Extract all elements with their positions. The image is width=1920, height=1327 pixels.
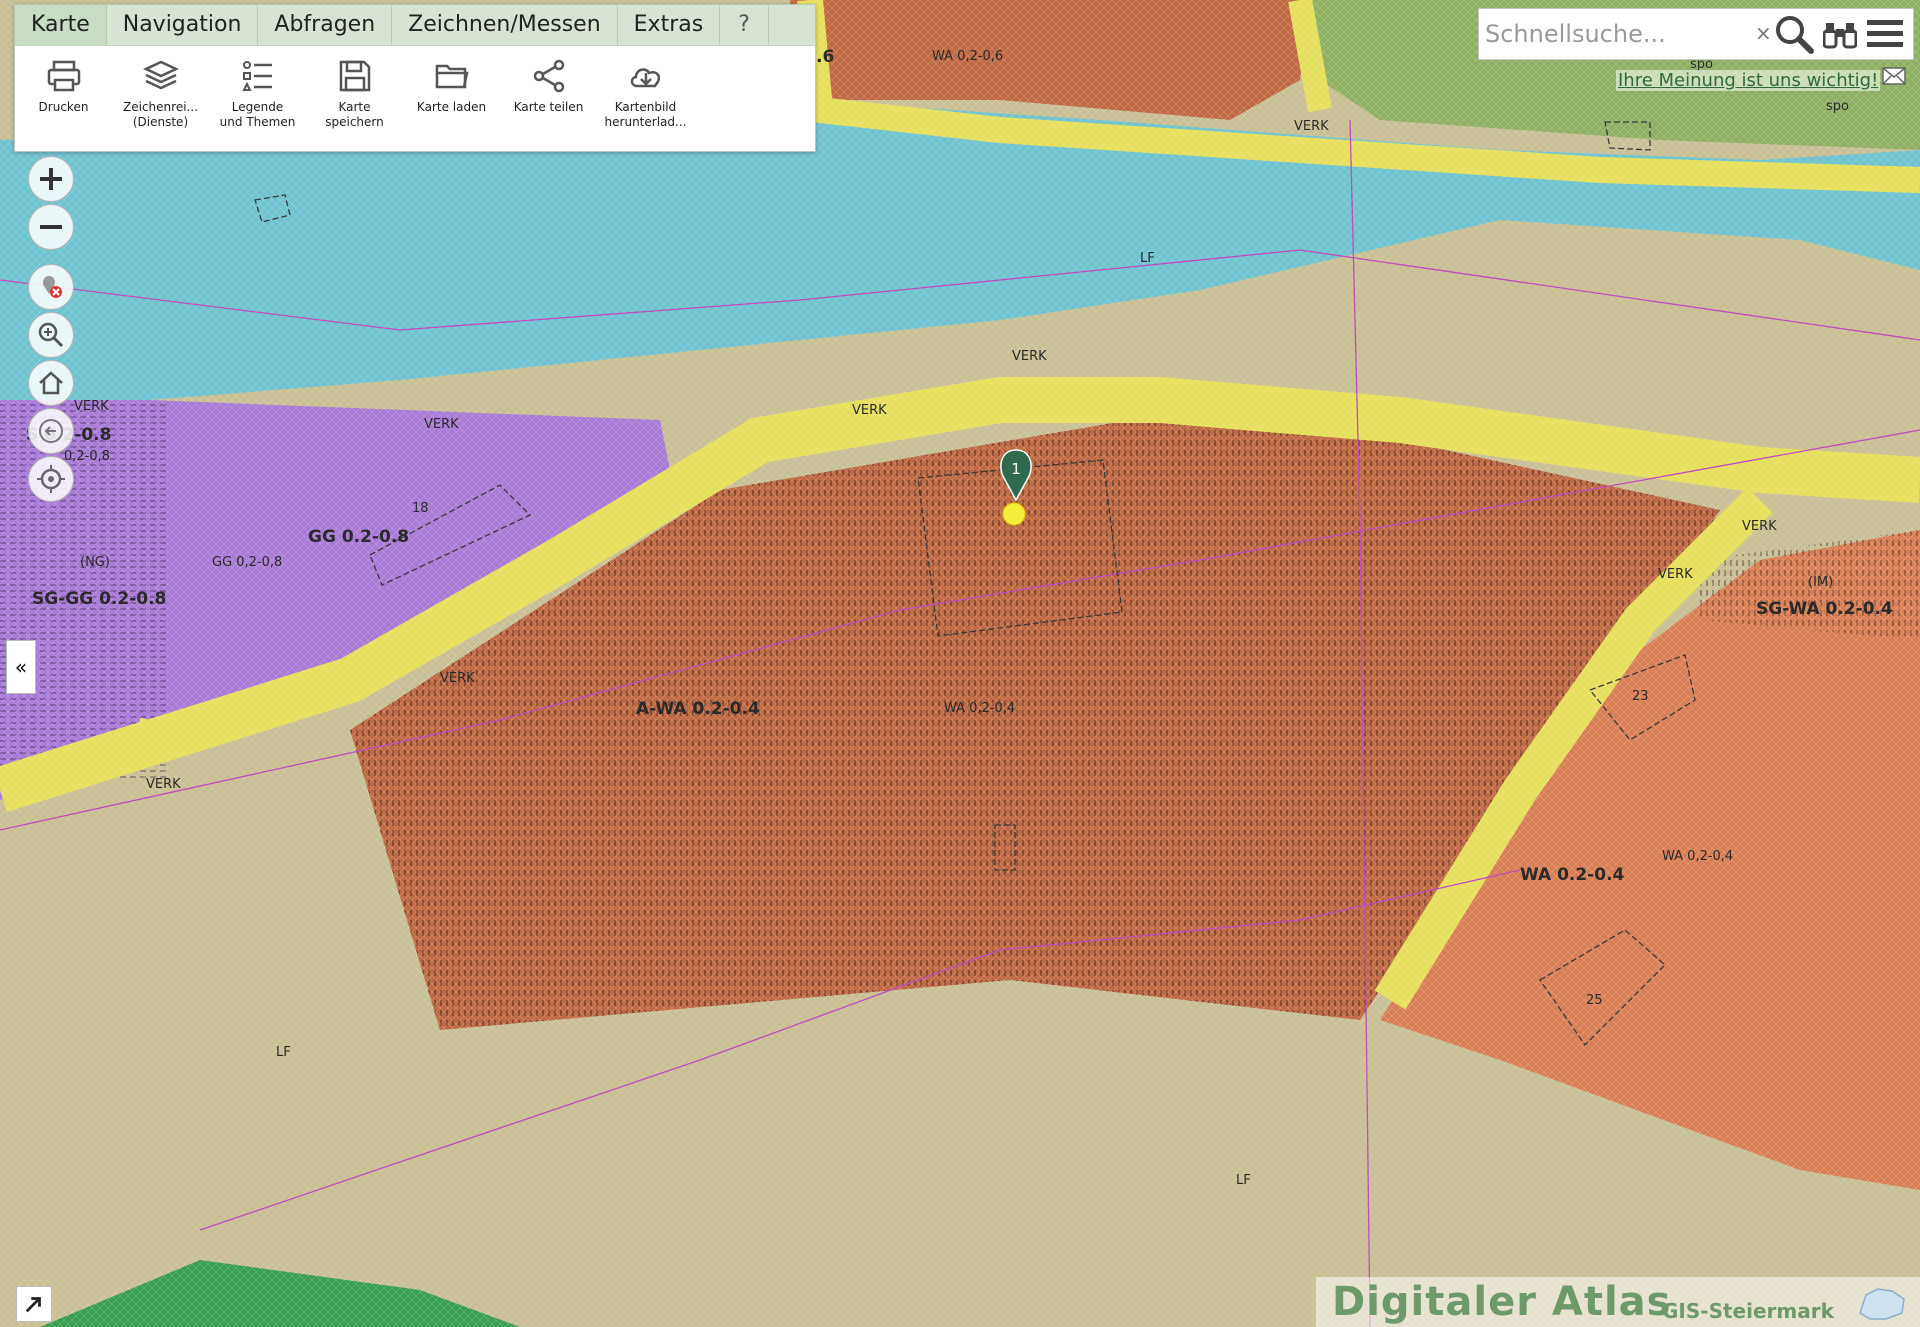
label-wa-top-small: WA 0,2-0,6 bbox=[932, 49, 1003, 64]
label-wa-right: WA 0.2-0.4 bbox=[1520, 865, 1625, 885]
tab-zeichnen-messen[interactable]: Zeichnen/Messen bbox=[392, 5, 618, 45]
label-verk-7: VERK bbox=[146, 777, 181, 792]
label-sg-gg: SG-GG 0.2-0.8 bbox=[32, 589, 166, 609]
label-verk-2: VERK bbox=[1012, 349, 1047, 364]
share-icon bbox=[533, 59, 564, 93]
layers-icon bbox=[142, 60, 179, 90]
label-sg-gg-top-small: 0,2-0,8 bbox=[64, 449, 110, 464]
tool-label: Karte teilen bbox=[513, 100, 584, 114]
label-verk-1: VERK bbox=[1294, 119, 1329, 134]
home-button[interactable] bbox=[28, 360, 74, 406]
back-arrow-icon bbox=[39, 419, 63, 443]
plus-icon bbox=[40, 168, 62, 190]
tool-drucken-button[interactable]: Drucken bbox=[15, 56, 112, 130]
binoculars-icon[interactable] bbox=[1823, 19, 1857, 49]
label-23: 23 bbox=[1632, 689, 1649, 704]
marker-dot bbox=[1002, 502, 1026, 526]
clear-search-button[interactable]: × bbox=[1755, 21, 1772, 45]
label-lf-2: LF bbox=[276, 1045, 291, 1060]
map-toolbar: Karte Navigation Abfragen Zeichnen/Messen Ex… bbox=[14, 4, 816, 152]
legend-list-icon bbox=[241, 61, 272, 91]
styria-map-logo-icon bbox=[1859, 1288, 1905, 1320]
home-icon bbox=[39, 371, 63, 395]
label-gg-main: GG 0.2-0.8 bbox=[308, 527, 409, 547]
magnifier-plus-icon bbox=[38, 322, 64, 348]
label-verk-9: VERK bbox=[1658, 567, 1693, 582]
label-wa-right-small: WA 0,2-0,4 bbox=[1662, 849, 1733, 864]
label-spo-2: spo bbox=[1826, 99, 1849, 114]
tool-karte-laden-button[interactable]: Karte laden bbox=[403, 56, 500, 130]
previous-view-button[interactable] bbox=[28, 408, 74, 454]
marker-remove-icon bbox=[43, 276, 62, 298]
hamburger-menu-icon[interactable] bbox=[1865, 17, 1905, 51]
tool-karte-button[interactable]: Karte speichern bbox=[306, 56, 403, 130]
label-ng: (NG) bbox=[80, 555, 110, 570]
label-verk-4: VERK bbox=[424, 417, 459, 432]
label-im: (IM) bbox=[1808, 575, 1833, 590]
tool-label: Karte laden bbox=[416, 100, 487, 114]
collapse-panel-button[interactable]: « bbox=[6, 640, 36, 694]
brand-subtitle: GIS-Steiermark bbox=[1662, 1299, 1834, 1323]
crosshair-icon bbox=[37, 465, 65, 493]
tool-zeichenrei-button[interactable]: Zeichenrei... (Dienste) bbox=[112, 56, 209, 130]
label-gg-small: GG 0,2-0,8 bbox=[212, 555, 282, 570]
remove-marker-button[interactable] bbox=[28, 264, 74, 310]
tool-label: Zeichenrei... (Dienste) bbox=[123, 100, 198, 129]
tool-label: Legende und Themen bbox=[219, 100, 296, 129]
expand-arrow-icon bbox=[25, 1297, 41, 1313]
branding-banner: Digitaler Atlas GIS-Steiermark bbox=[1316, 1277, 1920, 1327]
minus-icon bbox=[40, 225, 62, 229]
mail-close-icon[interactable] bbox=[1882, 66, 1906, 86]
label-wa-center-small: WA 0,2-0,4 bbox=[944, 701, 1015, 716]
tab-karte[interactable]: Karte bbox=[15, 5, 107, 45]
locate-button[interactable] bbox=[28, 456, 74, 502]
label-a-wa: A-WA 0.2-0.4 bbox=[636, 699, 760, 719]
zoom-out-button[interactable] bbox=[28, 204, 74, 250]
cloud-download-icon bbox=[630, 68, 660, 88]
marker-number: 1 bbox=[1011, 460, 1021, 478]
feedback-link[interactable]: Ihre Meinung ist uns wichtig! bbox=[1616, 70, 1881, 91]
label-18: 18 bbox=[412, 501, 429, 516]
label-verk-6: VERK bbox=[440, 671, 475, 686]
label-verk-8: VERK bbox=[1742, 519, 1777, 534]
zoom-box-button[interactable] bbox=[28, 312, 74, 358]
menu-tabs: Karte Navigation Abfragen Zeichnen/Messen Ex… bbox=[15, 5, 815, 46]
tool-legende-button[interactable]: Legende und Themen bbox=[209, 56, 306, 130]
search-bar: × bbox=[1478, 8, 1914, 60]
tool-label: Karte speichern bbox=[325, 100, 384, 129]
save-disk-icon bbox=[339, 60, 370, 92]
tool-row: Drucken Zeichenrei... (Dienste) Legende un… bbox=[15, 46, 815, 130]
search-icon[interactable] bbox=[1773, 13, 1815, 55]
printer-icon bbox=[47, 60, 80, 92]
tab-extras[interactable]: Extras bbox=[618, 5, 721, 45]
tab-abfragen[interactable]: Abfragen bbox=[258, 5, 393, 45]
label-lf-3: LF bbox=[1236, 1173, 1251, 1188]
map-texture bbox=[0, 0, 1920, 1327]
label-lf-1: LF bbox=[1140, 251, 1155, 266]
tab-navigation[interactable]: Navigation bbox=[107, 5, 259, 45]
tool-karte-teilen-button[interactable]: Karte teilen bbox=[500, 56, 597, 130]
label-verk-3: VERK bbox=[852, 403, 887, 418]
search-input[interactable] bbox=[1483, 15, 1757, 53]
label-verk-5: VERK bbox=[74, 399, 109, 414]
tool-kartenbild-button[interactable]: Kartenbild herunterlad... bbox=[597, 56, 694, 130]
label-sg-wa: SG-WA 0.2-0.4 bbox=[1756, 599, 1893, 619]
map-canvas[interactable]: WA 0.2-0.6 WA 0,2-0,6 VERK spo spo LF VE… bbox=[0, 0, 1920, 1327]
tool-label: Kartenbild herunterlad... bbox=[604, 100, 687, 129]
brand-title: Digitaler Atlas bbox=[1332, 1279, 1672, 1325]
label-25: 25 bbox=[1586, 993, 1603, 1008]
tool-label: Drucken bbox=[38, 100, 89, 114]
folder-icon bbox=[435, 64, 469, 89]
tab-help[interactable]: ? bbox=[720, 5, 769, 45]
expand-map-button[interactable] bbox=[16, 1286, 52, 1322]
zoom-in-button[interactable] bbox=[28, 156, 74, 202]
